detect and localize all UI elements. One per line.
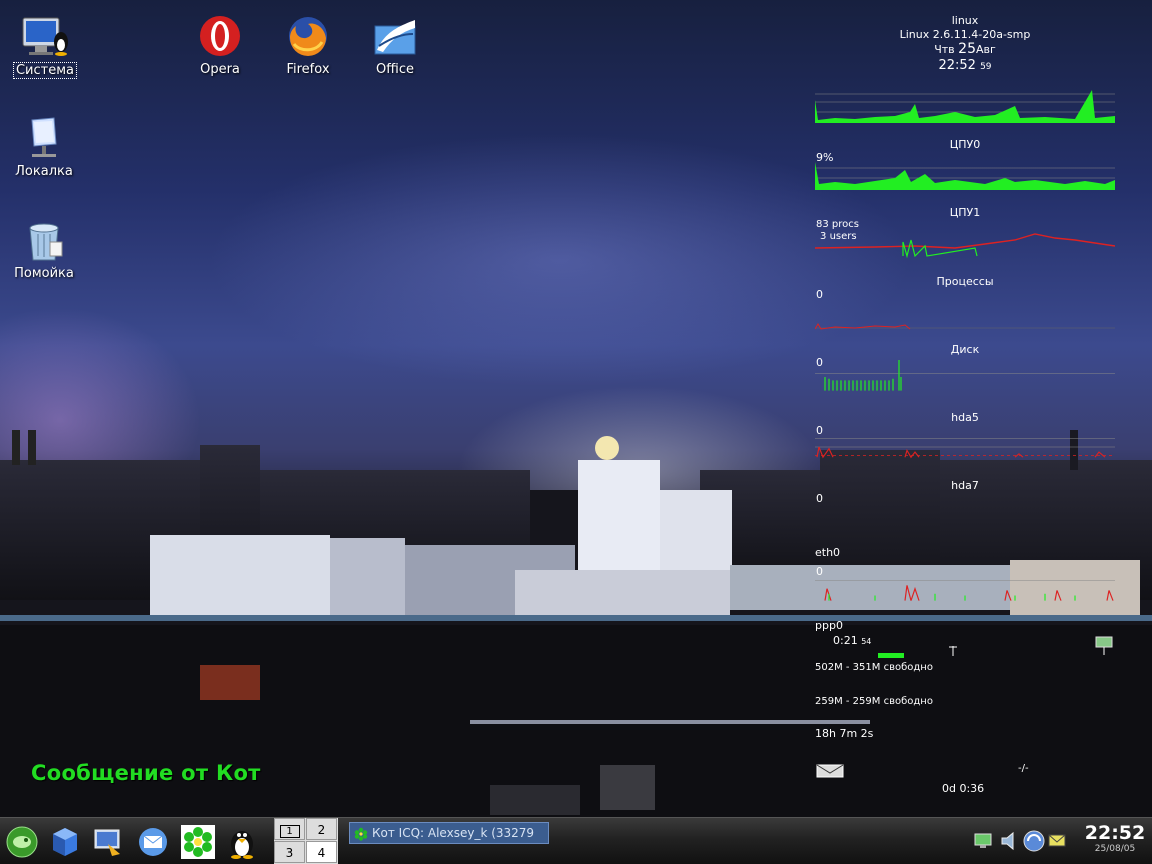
launcher-tux[interactable]: [224, 824, 260, 860]
firefox-icon: [289, 17, 327, 56]
desktop-icon-label: Система: [12, 62, 78, 79]
pager-desktop-label: 1: [279, 825, 300, 838]
processes-label: Процессы: [936, 275, 994, 288]
control-center-icon: [94, 829, 120, 856]
clock-date: 25/08/05: [1094, 844, 1136, 854]
monitor-date-num: 25: [958, 41, 976, 57]
taskbar-item-label: Кот ICQ: Alexsey_k (33279: [372, 826, 535, 840]
monitor-kernel: Linux 2.6.11.4-20a-smp: [899, 28, 1031, 41]
launcher-control-center[interactable]: [90, 824, 126, 860]
system-monitor: linux Linux 2.6.11.4-20a-smp Чтв 25Авг 2…: [810, 14, 1120, 74]
tux-penguin-icon: [231, 831, 253, 859]
launcher-mail[interactable]: [135, 824, 171, 860]
network-status-icon: [1095, 636, 1113, 655]
mail-client-icon: [139, 828, 167, 856]
desktop-icon-firefox[interactable]: Firefox: [268, 12, 348, 77]
uptime: 18h 7m 2s: [815, 727, 874, 740]
taskbar-item-icq[interactable]: Кот ICQ: Alexsey_k (33279: [349, 822, 549, 844]
mail-count: -/-: [1018, 763, 1029, 774]
taskbar: 1 2 3 4 Кот ICQ: Alexsey_k (33279 22:52 …: [0, 817, 1152, 864]
pager-desktop-2[interactable]: 2: [306, 818, 337, 840]
network-drive-icon: [31, 117, 57, 157]
monitor-hostname: linux: [951, 14, 979, 27]
desktop-icon-label: Firefox: [286, 62, 330, 77]
hda5-label: hda5: [951, 411, 979, 424]
desktop-icon-label: Office: [376, 62, 414, 77]
system-tray: [960, 828, 1076, 854]
memory-usage: 502M - 351M свободно: [815, 662, 933, 673]
launcher-home[interactable]: [47, 824, 83, 860]
icq-small-icon: [354, 827, 368, 841]
disk-graph: [815, 323, 1115, 330]
network-tray-icon[interactable]: [974, 832, 994, 850]
desktop-icon-label: Opera: [200, 62, 240, 77]
icq-flower-icon: [181, 825, 215, 859]
launcher-icq[interactable]: [180, 824, 216, 860]
desktop-icon-label: Помойка: [14, 266, 74, 281]
home-cube-icon: [53, 828, 77, 856]
hda7-label: hda7: [951, 479, 979, 492]
pager-desktop-3[interactable]: 3: [274, 841, 305, 863]
mail-icon: [816, 764, 844, 778]
marker-icon: [949, 646, 957, 656]
ppp0-activity-led: [878, 653, 904, 658]
panel-clock[interactable]: 22:52 25/08/05: [1080, 822, 1150, 854]
clock-time: 22:52: [1084, 822, 1146, 844]
mail-tray-icon[interactable]: [1048, 833, 1066, 849]
ppp0-timer-hm: 0:21: [833, 634, 858, 647]
volume-icon[interactable]: [1000, 830, 1020, 852]
pager-desktop-4[interactable]: 4: [306, 841, 337, 863]
opera-icon: [200, 16, 240, 56]
monitor-date: Чтв 25Авг: [810, 42, 1120, 57]
eth0-zero: 0: [816, 492, 823, 505]
desktop-icon-opera[interactable]: Opera: [180, 12, 260, 77]
monitor-time: 22:52 59: [810, 59, 1120, 74]
update-icon[interactable]: [1022, 829, 1046, 853]
session-time: 0d 0:36: [942, 782, 985, 795]
pager-desktop-label: 2: [317, 823, 326, 837]
swap-usage: 259M - 259M свободно: [815, 696, 933, 707]
trash-icon: [29, 223, 63, 261]
cpu1-label: ЦПУ1: [949, 206, 981, 219]
start-menu-button[interactable]: [4, 824, 40, 860]
message-notification[interactable]: Сообщение от Кот: [31, 761, 261, 785]
processes-graph: [815, 233, 1115, 259]
hda7-graph: [815, 438, 1115, 459]
pager-desktop-1[interactable]: 1: [274, 818, 305, 840]
desktop-icon-trash[interactable]: Помойка: [4, 216, 84, 281]
desktop-pager: 1 2 3 4: [274, 818, 338, 864]
cpu0-label: ЦПУ0: [949, 138, 981, 151]
desktop-icon-system[interactable]: Система: [5, 12, 85, 79]
desktop-icon-office[interactable]: Office: [355, 12, 435, 77]
ppp0-timer-sec: 54: [861, 637, 872, 646]
pager-desktop-label: 4: [317, 846, 326, 860]
eth0-label: eth0: [815, 546, 841, 559]
monitor-hm: 22:52: [938, 58, 976, 73]
monitor-month: Авг: [975, 43, 996, 56]
ppp0-timer: 0:21 54: [833, 634, 871, 647]
hda5-graph: [815, 360, 1115, 391]
desktop-icon-label: Локалка: [15, 164, 73, 179]
cpu-total-graph: [815, 90, 1115, 123]
monitor-seconds: 59: [980, 62, 992, 72]
cpu0-graph: [815, 162, 1115, 190]
ppp0-label: ppp0: [815, 619, 843, 632]
suse-gecko-icon: [6, 826, 38, 858]
pager-desktop-label: 3: [285, 846, 294, 860]
monitor-day: Чтв: [934, 43, 955, 56]
disk-label: Диск: [950, 343, 980, 356]
computer-icon: [22, 17, 68, 56]
office-icon: [374, 20, 416, 55]
ppp0-graph: [815, 579, 1115, 601]
desktop-icon-local-network[interactable]: Локалка: [4, 114, 84, 179]
